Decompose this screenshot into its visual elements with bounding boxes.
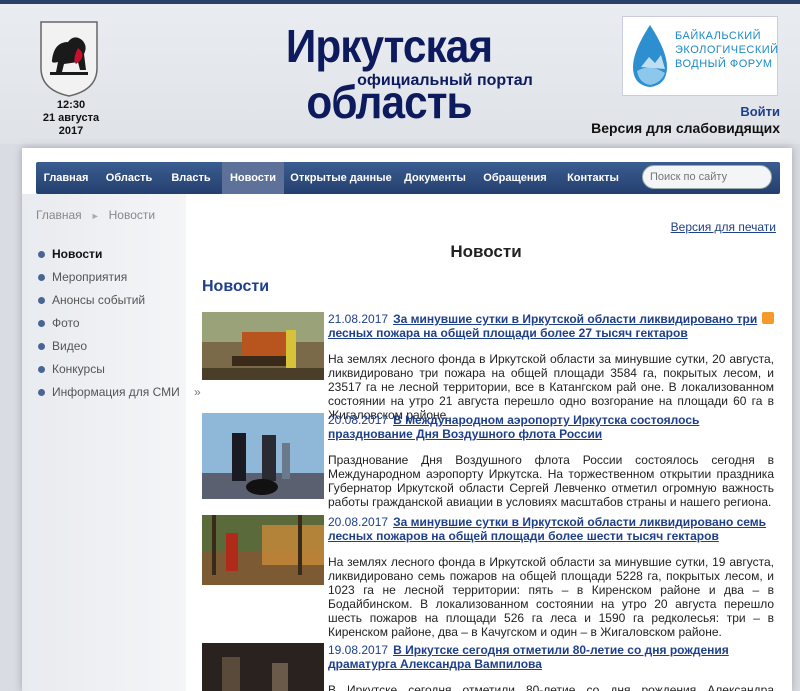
clock-date: 21 августа 2017	[42, 112, 100, 137]
nav-item-news[interactable]: Новости	[222, 162, 284, 194]
nav-item-documents[interactable]: Документы	[398, 162, 472, 194]
double-chevron-right-icon: »	[194, 385, 201, 399]
coat-of-arms-icon[interactable]	[38, 20, 100, 98]
news-title-link[interactable]: За минувшие сутки в Иркутской области ли…	[328, 312, 757, 340]
side-item-video[interactable]: Видео	[38, 338, 208, 361]
low-vision-link[interactable]: Версия для слабовидящих	[591, 120, 780, 136]
breadcrumb-home[interactable]: Главная	[36, 208, 82, 222]
news-title-link[interactable]: За минувшие сутки в Иркутской области ли…	[328, 515, 766, 543]
side-item-media-info[interactable]: Информация для СМИ»	[38, 384, 208, 407]
news-thumbnail[interactable]	[202, 312, 324, 380]
news-heading: 20.08.2017 За минувшие сутки в Иркутской …	[328, 515, 774, 543]
forum-banner[interactable]: БАЙКАЛЬСКИЙ ЭКОЛОГИЧЕСКИЙ ВОДНЫЙ ФОРУМ	[622, 16, 778, 96]
nav-item-open-data[interactable]: Открытые данные	[286, 162, 396, 194]
nav-item-contacts[interactable]: Контакты	[558, 162, 628, 194]
main-nav: Главная Область Власть Новости Открытые …	[36, 162, 780, 194]
nav-item-appeals[interactable]: Обращения	[476, 162, 554, 194]
breadcrumb-current: Новости	[108, 208, 156, 222]
news-date: 19.08.2017	[328, 643, 389, 657]
news-heading: 21.08.2017 За минувшие сутки в Иркутской …	[328, 312, 774, 340]
news-item: 19.08.2017 В Иркутске сегодня отметили 80…	[202, 643, 774, 691]
search-input[interactable]	[642, 165, 772, 189]
breadcrumb-separator-icon: ►	[90, 211, 100, 221]
news-date: 20.08.2017	[328, 515, 389, 529]
breadcrumb: Главная ► Новости	[36, 208, 155, 222]
water-drop-icon	[633, 25, 667, 87]
main-panel: Главная ► Новости Новости Мероприятия Анон…	[22, 148, 792, 691]
page-title: Новости	[450, 242, 522, 261]
rss-icon[interactable]	[762, 312, 774, 324]
news-thumbnail[interactable]	[202, 515, 324, 585]
side-menu: Новости Мероприятия Анонсы событий Фото …	[38, 246, 208, 407]
clock-time: 12:30	[56, 99, 86, 111]
news-item: 20.08.2017 В Международном аэропорту Ирку…	[202, 413, 774, 509]
login-link[interactable]: Войти	[740, 104, 780, 119]
news-date: 21.08.2017	[328, 312, 389, 326]
side-item-photo[interactable]: Фото	[38, 315, 208, 338]
section-title: Новости	[202, 278, 270, 295]
news-heading: 20.08.2017 В Международном аэропорту Ирку…	[328, 413, 774, 441]
sidebar: Главная ► Новости Новости Мероприятия Анон…	[22, 194, 201, 691]
nav-item-region[interactable]: Область	[98, 162, 160, 194]
side-item-events[interactable]: Мероприятия	[38, 269, 208, 292]
side-item-announcements[interactable]: Анонсы событий	[38, 292, 208, 315]
clock: 12:30 21 августа 2017	[30, 99, 112, 138]
news-title-link[interactable]: В Иркутске сегодня отметили 80-летие со …	[328, 643, 729, 671]
side-item-contests[interactable]: Конкурсы	[38, 361, 208, 384]
nav-item-home[interactable]: Главная	[36, 162, 96, 194]
news-item: 21.08.2017 За минувшие сутки в Иркутской …	[202, 312, 774, 422]
news-date: 20.08.2017	[328, 413, 389, 427]
site-subtitle: официальный портал	[357, 72, 533, 89]
news-thumbnail[interactable]	[202, 643, 324, 691]
nav-item-government[interactable]: Власть	[162, 162, 220, 194]
site-header: 12:30 21 августа 2017 Иркутская область …	[0, 4, 800, 144]
news-heading: 19.08.2017 В Иркутске сегодня отметили 80…	[328, 643, 774, 671]
news-item: 20.08.2017 За минувшие сутки в Иркутской …	[202, 515, 774, 639]
news-thumbnail[interactable]	[202, 413, 324, 499]
forum-banner-text: БАЙКАЛЬСКИЙ ЭКОЛОГИЧЕСКИЙ ВОДНЫЙ ФОРУМ	[675, 30, 779, 70]
print-version-link[interactable]: Версия для печати	[671, 220, 776, 234]
side-item-news[interactable]: Новости	[38, 246, 208, 269]
